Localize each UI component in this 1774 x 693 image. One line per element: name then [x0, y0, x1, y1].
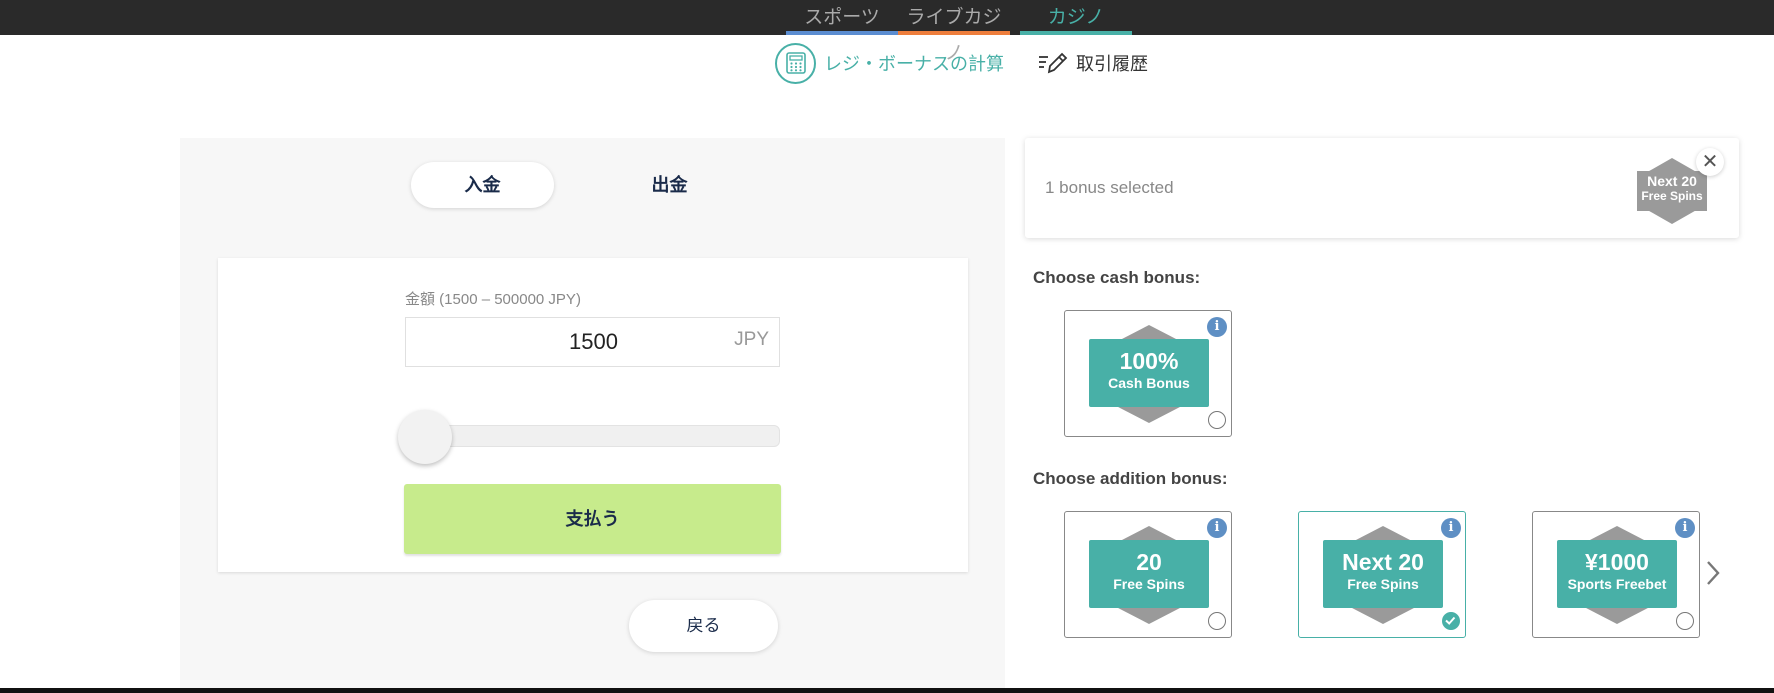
calculator-icon [775, 42, 816, 84]
bonus-label: 100% Cash Bonus [1089, 339, 1209, 407]
bonus-card-free-spins[interactable]: 20 Free Spins i [1064, 511, 1232, 638]
subnav-calculator[interactable]: レジ・ボーナスの計算 [775, 42, 1004, 84]
close-icon: ✕ [1701, 151, 1719, 173]
remove-bonus-button[interactable]: ✕ [1696, 148, 1724, 176]
chevron-right-icon[interactable] [1705, 560, 1721, 594]
tab-casino[interactable]: カジノ [1020, 0, 1132, 35]
amount-currency: JPY [734, 329, 769, 350]
selected-badge-line2: Free Spins [1641, 189, 1703, 203]
bonus-amount: ¥1000 [1585, 549, 1649, 575]
cashier-subnav: レジ・ボーナスの計算 取引履歴 [775, 40, 1148, 86]
bonus-card-sports-freebet[interactable]: ¥1000 Sports Freebet i [1532, 511, 1700, 638]
tab-sports[interactable]: スポーツ [786, 0, 898, 35]
subnav-history-label: 取引履歴 [1076, 54, 1148, 74]
bonus-radio[interactable] [1208, 612, 1226, 630]
amount-slider-track[interactable] [405, 425, 780, 447]
bonus-radio[interactable] [1676, 612, 1694, 630]
bonus-type: Free Spins [1113, 576, 1185, 592]
check-icon [1445, 616, 1456, 625]
pencil-list-icon [1039, 52, 1068, 74]
amount-label: 金額 (1500 – 500000 JPY) [405, 291, 581, 308]
selected-bonus-count: 1 bonus selected [1045, 178, 1174, 197]
tab-live-casino[interactable]: ライブカジノ [898, 0, 1010, 64]
subnav-history[interactable]: 取引履歴 [1038, 50, 1148, 76]
bonus-label: ¥1000 Sports Freebet [1557, 540, 1677, 608]
bonus-type: Cash Bonus [1108, 375, 1190, 391]
bonus-card-cash-100[interactable]: 100% Cash Bonus i [1064, 310, 1232, 437]
bonus-amount: 20 [1136, 549, 1162, 575]
bonus-radio-checked[interactable] [1442, 612, 1460, 630]
back-button[interactable]: 戻る [629, 600, 778, 652]
bonus-card-next-free-spins[interactable]: Next 20 Free Spins i [1298, 511, 1466, 638]
bonus-radio[interactable] [1208, 411, 1226, 429]
tab-deposit[interactable]: 入金 [411, 162, 554, 208]
cash-bonus-title: Choose cash bonus: [1033, 268, 1201, 287]
selected-badge-line1: Next 20 [1647, 173, 1697, 189]
addition-bonus-title: Choose addition bonus: [1033, 469, 1228, 488]
info-icon[interactable]: i [1675, 518, 1695, 538]
info-icon[interactable]: i [1207, 518, 1227, 538]
subnav-calculator-label: レジ・ボーナスの計算 [824, 54, 1004, 74]
deposit-card: 金額 (1500 – 500000 JPY) 1500 JPY 支払う [218, 258, 968, 572]
bonus-type: Sports Freebet [1567, 576, 1667, 592]
bonus-type: Free Spins [1347, 576, 1419, 592]
pay-button[interactable]: 支払う [404, 484, 781, 554]
amount-slider-handle[interactable] [398, 410, 452, 464]
bonus-amount: 100% [1119, 348, 1179, 374]
info-icon[interactable]: i [1441, 518, 1461, 538]
selected-bonus-summary: 1 bonus selected Next 20 Free Spins ✕ [1025, 138, 1739, 238]
amount-field[interactable]: 1500 JPY [405, 317, 780, 367]
amount-value[interactable]: 1500 [406, 318, 781, 366]
bonus-label: Next 20 Free Spins [1323, 540, 1443, 608]
cashier-panel: 入金 出金 金額 (1500 – 500000 JPY) 1500 JPY 支払… [180, 138, 1005, 693]
page-bottom-edge [0, 688, 1774, 693]
tab-withdraw[interactable]: 出金 [598, 162, 741, 208]
bonus-amount: Next 20 [1342, 549, 1424, 575]
bonus-label: 20 Free Spins [1089, 540, 1209, 608]
info-icon[interactable]: i [1207, 317, 1227, 337]
